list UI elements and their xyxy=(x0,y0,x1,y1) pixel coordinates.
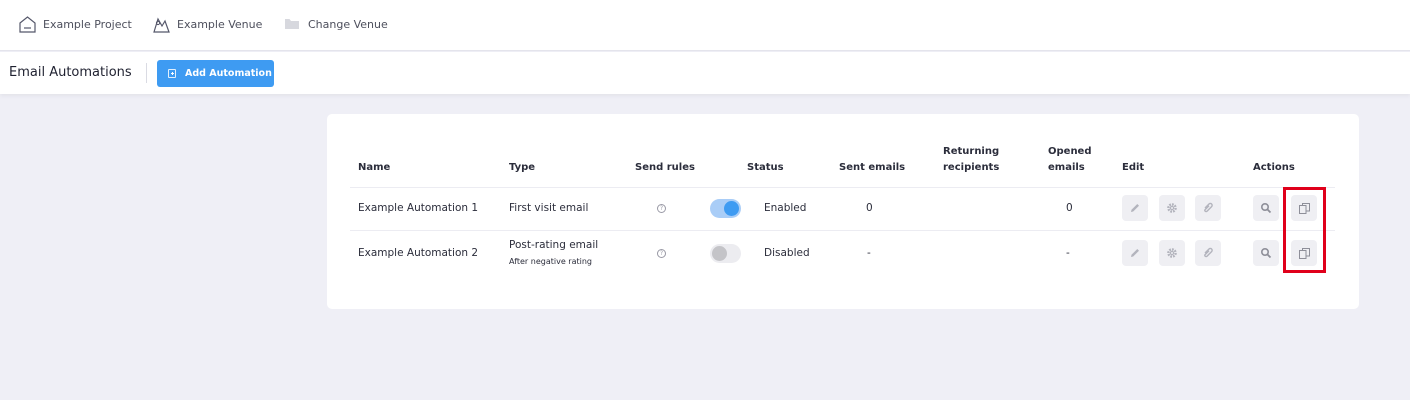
top-bar: Example Project Example Venue Change Ven… xyxy=(0,0,1410,51)
row1-opened-emails: 0 xyxy=(1066,202,1073,214)
row2-sent-emails: - xyxy=(867,247,871,259)
paperclip-icon xyxy=(1204,247,1213,258)
pencil-icon xyxy=(1131,249,1139,257)
row2-status-label: Disabled xyxy=(764,247,810,259)
column-header-status: Status xyxy=(747,162,784,173)
column-header-opened-line2: emails xyxy=(1048,162,1085,173)
row1-attachment-button[interactable] xyxy=(1195,195,1221,221)
row2-opened-emails: - xyxy=(1066,247,1070,259)
row2-view-button[interactable] xyxy=(1253,240,1279,266)
change-venue-link[interactable]: Change Venue xyxy=(284,13,388,35)
add-document-icon xyxy=(168,69,176,78)
gear-icon xyxy=(1167,248,1177,258)
header-divider xyxy=(350,187,1335,188)
title-bar: Email Automations Add Automation xyxy=(0,52,1410,94)
row1-settings-button[interactable] xyxy=(1159,195,1185,221)
breadcrumb-venue[interactable]: Example Venue xyxy=(152,13,262,35)
page-title: Email Automations xyxy=(9,65,132,80)
row-divider xyxy=(350,230,1335,231)
row2-attachment-button[interactable] xyxy=(1195,240,1221,266)
toggle-knob xyxy=(724,201,739,216)
row1-name: Example Automation 1 xyxy=(358,202,479,214)
column-header-opened-line1: Opened xyxy=(1048,146,1092,157)
column-header-send-rules: Send rules xyxy=(635,162,695,173)
row2-settings-button[interactable] xyxy=(1159,240,1185,266)
folder-icon xyxy=(285,19,299,29)
row1-sent-emails: 0 xyxy=(866,202,873,214)
paperclip-icon xyxy=(1204,202,1213,213)
row1-status-toggle[interactable] xyxy=(710,199,741,218)
add-automation-label: Add Automation xyxy=(185,68,272,79)
magnifier-icon xyxy=(1260,202,1272,214)
row2-name: Example Automation 2 xyxy=(358,247,479,259)
home-icon xyxy=(19,15,36,33)
row1-status-label: Enabled xyxy=(764,202,807,214)
column-header-sent-emails: Sent emails xyxy=(839,162,906,173)
send-rules-help-icon[interactable]: ? xyxy=(657,249,666,258)
column-header-returning-recipients: Returning recipients xyxy=(943,145,999,175)
row1-type: First visit email xyxy=(509,202,589,214)
send-rules-help-icon[interactable]: ? xyxy=(657,204,666,213)
pencil-icon xyxy=(1131,204,1139,212)
row2-edit-button[interactable] xyxy=(1122,240,1148,266)
breadcrumb-project-label: Example Project xyxy=(43,17,132,31)
magnifier-icon xyxy=(1260,247,1272,259)
column-header-returning-line2: recipients xyxy=(943,162,1000,173)
column-header-opened-emails: Opened emails xyxy=(1048,145,1092,175)
title-divider xyxy=(146,63,147,83)
row2-type-subtitle: After negative rating xyxy=(509,257,592,266)
column-header-edit: Edit xyxy=(1122,162,1145,173)
breadcrumb-project[interactable]: Example Project xyxy=(18,13,132,35)
add-automation-button[interactable]: Add Automation xyxy=(157,60,274,87)
column-header-name: Name xyxy=(358,162,391,173)
venue-map-icon xyxy=(153,16,170,33)
breadcrumb-venue-label: Example Venue xyxy=(177,17,263,31)
gear-icon xyxy=(1167,203,1177,213)
column-header-type: Type xyxy=(509,162,536,173)
row1-edit-button[interactable] xyxy=(1122,195,1148,221)
toggle-knob xyxy=(712,246,727,261)
change-venue-label: Change Venue xyxy=(308,17,388,31)
duplicate-highlight-box xyxy=(1283,187,1326,273)
row2-status-toggle[interactable] xyxy=(710,244,741,263)
column-header-returning-line1: Returning xyxy=(943,146,1000,157)
column-header-actions: Actions xyxy=(1253,162,1295,173)
row2-type: Post-rating email xyxy=(509,239,599,251)
row1-view-button[interactable] xyxy=(1253,195,1279,221)
